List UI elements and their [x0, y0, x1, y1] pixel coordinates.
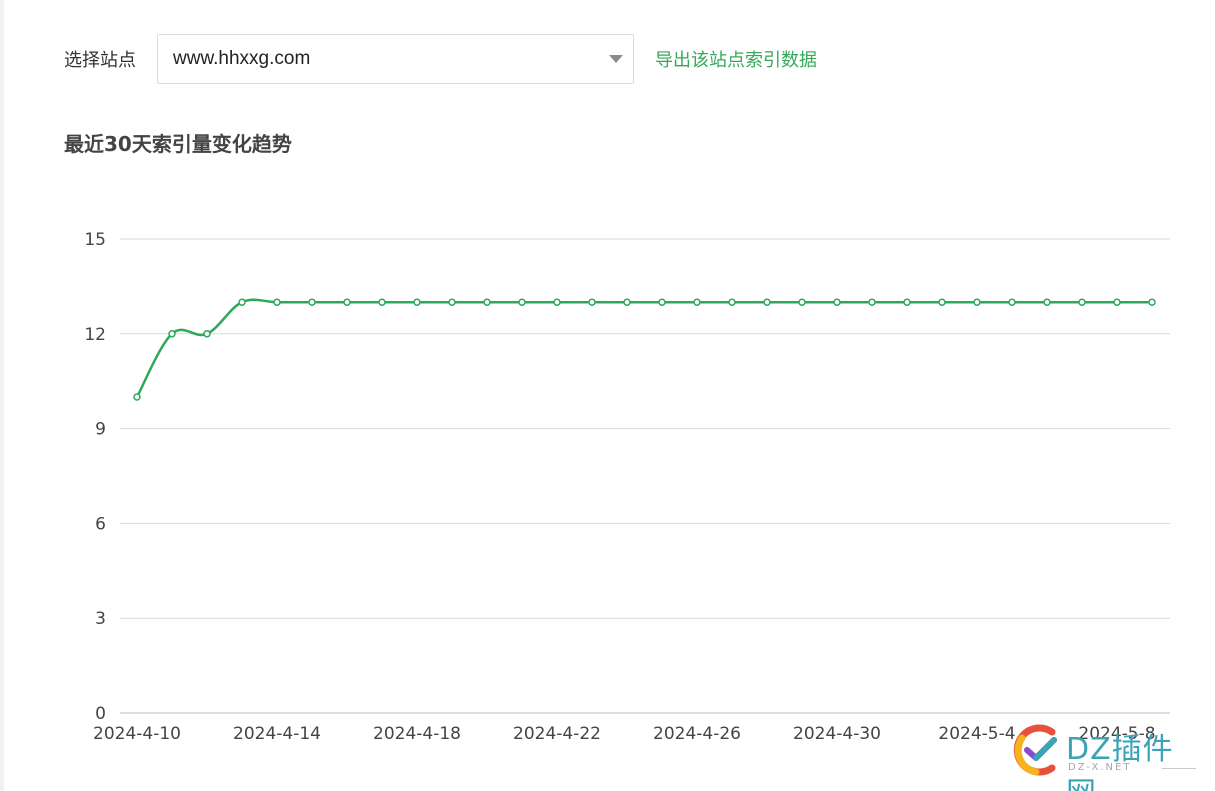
series-line-0	[135, 298, 1152, 398]
data-point	[553, 298, 561, 306]
data-point	[238, 298, 246, 306]
data-point	[168, 330, 176, 338]
data-point	[518, 298, 526, 306]
dz-logo-icon	[1013, 724, 1057, 776]
watermark-text: DZ插件网	[1066, 732, 1174, 791]
index-trend-chart: 0 3 6 9 12 15 2024-4-10 2024-4-14 2024-4-18 2024-…	[84, 230, 1170, 744]
y-tick-label: 12	[84, 325, 106, 345]
data-point	[938, 298, 946, 306]
data-point	[693, 298, 701, 306]
data-point	[308, 298, 316, 306]
watermark-sub: DZ-X.NET	[1068, 762, 1132, 773]
data-point	[833, 298, 841, 306]
data-point	[448, 298, 456, 306]
data-point	[728, 298, 736, 306]
data-point	[973, 298, 981, 306]
page: 选择站点 www.hhxxg.com 导出该站点索引数据 最近30天索引量变化趋…	[0, 0, 1215, 791]
data-point	[588, 298, 596, 306]
y-tick-label: 9	[95, 420, 106, 440]
data-point	[483, 298, 491, 306]
dz-watermark-logo: DZ插件网 DZ-X.NET	[1012, 720, 1202, 791]
data-point	[903, 298, 911, 306]
data-point	[1113, 298, 1121, 306]
x-tick-label: 2024-5-4	[938, 724, 1015, 744]
data-point	[203, 330, 211, 338]
x-tick-label: 2024-4-18	[373, 724, 461, 744]
x-tick-label: 2024-4-30	[793, 724, 881, 744]
watermark-rule-right	[1162, 768, 1196, 769]
y-tick-label: 0	[95, 704, 106, 724]
x-tick-label: 2024-4-26	[653, 724, 741, 744]
data-point	[623, 298, 631, 306]
data-point	[1008, 298, 1016, 306]
data-point	[378, 298, 386, 306]
data-point	[133, 393, 141, 401]
data-point	[868, 298, 876, 306]
x-tick-label: 2024-4-14	[233, 724, 321, 744]
data-point	[1148, 298, 1156, 306]
y-tick-label: 15	[84, 230, 106, 250]
data-point	[658, 298, 666, 306]
data-point	[343, 298, 351, 306]
data-point	[413, 298, 421, 306]
y-tick-label: 6	[95, 514, 106, 534]
x-tick-label: 2024-4-10	[93, 724, 181, 744]
x-tick-label: 2024-4-22	[513, 724, 601, 744]
data-point	[1078, 298, 1086, 306]
y-tick-label: 3	[95, 609, 106, 629]
data-point	[763, 298, 771, 306]
data-point	[1043, 298, 1051, 306]
data-point	[798, 298, 806, 306]
data-point	[273, 298, 281, 306]
